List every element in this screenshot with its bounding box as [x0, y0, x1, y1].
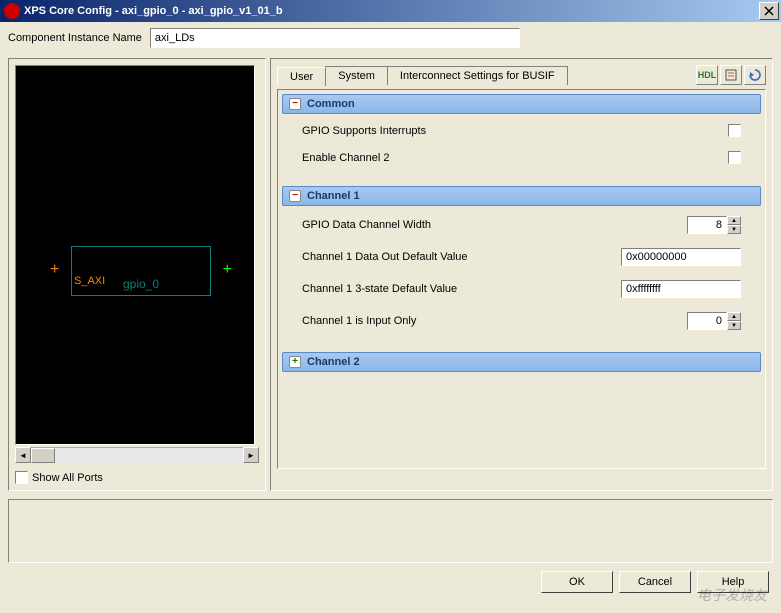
section-common-header[interactable]: − Common [282, 94, 761, 114]
scroll-left-button[interactable]: ◄ [15, 447, 31, 463]
width-input[interactable] [687, 216, 727, 234]
ok-button[interactable]: OK [541, 571, 613, 593]
component-block: + + S_AXI gpio_0 [71, 246, 211, 296]
section-channel1-header[interactable]: − Channel 1 [282, 186, 761, 206]
hdl-button[interactable]: HDL [696, 65, 718, 85]
instance-name-input[interactable] [150, 28, 520, 48]
port-right-icon: + [223, 261, 232, 279]
section-common-body: GPIO Supports Interrupts Enable Channel … [282, 116, 761, 186]
window-title: XPS Core Config - axi_gpio_0 - axi_gpio_… [24, 5, 283, 17]
show-all-ports-label: Show All Ports [32, 472, 103, 484]
component-label: gpio_0 [123, 277, 159, 291]
input-only-input[interactable] [687, 312, 727, 330]
dout-input[interactable] [621, 248, 741, 266]
scroll-right-button[interactable]: ► [243, 447, 259, 463]
section-common-title: Common [307, 98, 355, 110]
interrupts-checkbox[interactable] [728, 124, 741, 137]
instance-row: Component Instance Name [0, 22, 781, 54]
section-channel2-title: Channel 2 [307, 356, 360, 368]
tab-content: − Common GPIO Supports Interrupts Enable… [277, 89, 766, 469]
restore-button[interactable] [744, 65, 766, 85]
cancel-button[interactable]: Cancel [619, 571, 691, 593]
input-only-label: Channel 1 is Input Only [302, 315, 687, 327]
expand-icon: + [289, 356, 301, 368]
config-panel: User System Interconnect Settings for BU… [270, 58, 773, 491]
enable-ch2-checkbox[interactable] [728, 151, 741, 164]
help-button[interactable]: Help [697, 571, 769, 593]
width-label: GPIO Data Channel Width [302, 219, 687, 231]
dialog-buttons: OK Cancel Help [0, 567, 781, 597]
dout-label: Channel 1 Data Out Default Value [302, 251, 621, 263]
width-down-button[interactable]: ▼ [727, 225, 741, 234]
scroll-thumb[interactable] [31, 448, 55, 463]
tab-interconnect[interactable]: Interconnect Settings for BUSIF [387, 66, 568, 85]
port-left-label: S_AXI [74, 275, 105, 287]
section-channel1-title: Channel 1 [307, 190, 360, 202]
app-icon [4, 3, 20, 19]
diagram-hscrollbar[interactable]: ◄ ► [15, 447, 259, 463]
interrupts-label: GPIO Supports Interrupts [302, 125, 728, 137]
close-button[interactable] [759, 2, 779, 20]
section-channel1-body: GPIO Data Channel Width ▲ ▼ Channel 1 Da… [282, 208, 761, 352]
tristate-label: Channel 1 3-state Default Value [302, 283, 621, 295]
collapse-icon: − [289, 98, 301, 110]
datasheet-button[interactable] [720, 65, 742, 85]
titlebar: XPS Core Config - axi_gpio_0 - axi_gpio_… [0, 0, 781, 22]
input-only-up-button[interactable]: ▲ [727, 312, 741, 321]
enable-ch2-label: Enable Channel 2 [302, 152, 728, 164]
diagram-panel: + + S_AXI gpio_0 ◄ ► Show All Ports [8, 58, 266, 491]
port-left-icon: + [50, 261, 59, 279]
show-all-ports-checkbox[interactable] [15, 471, 28, 484]
width-up-button[interactable]: ▲ [727, 216, 741, 225]
instance-label: Component Instance Name [8, 32, 142, 44]
diagram-canvas[interactable]: + + S_AXI gpio_0 [15, 65, 255, 445]
tab-user[interactable]: User [277, 67, 326, 86]
section-channel2-header[interactable]: + Channel 2 [282, 352, 761, 372]
input-only-down-button[interactable]: ▼ [727, 321, 741, 330]
tab-system[interactable]: System [325, 66, 388, 85]
message-panel [8, 499, 773, 563]
collapse-icon: − [289, 190, 301, 202]
tristate-input[interactable] [621, 280, 741, 298]
